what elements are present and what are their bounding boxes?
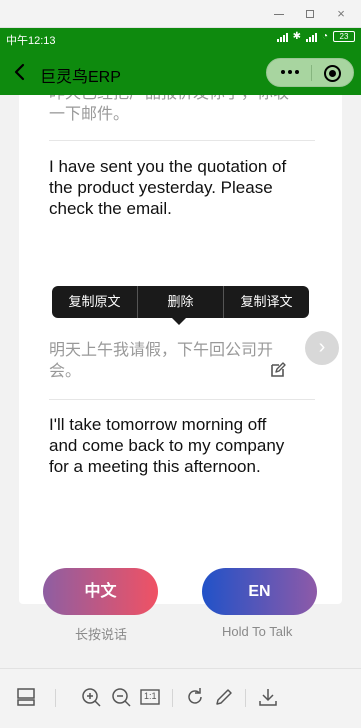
page-title: 巨灵鸟ERP [40, 69, 121, 86]
english-talk-button[interactable]: EN [202, 568, 317, 615]
capsule-divider [311, 65, 312, 81]
window-titlebar: × [0, 0, 361, 28]
message-card-selected: 明天上午我请假，下午回公司开会。 I'll take tomorrow morn… [19, 317, 342, 604]
layout-icon[interactable] [15, 686, 37, 708]
translation-text[interactable]: I have sent you the quotation of the pro… [49, 156, 299, 219]
zoom-in-icon[interactable] [80, 686, 102, 708]
battery-icon: 23 [333, 31, 355, 42]
toolbar-divider [55, 689, 56, 707]
status-bar: 中午12:13 ✱ ◔ 23 [0, 28, 361, 50]
main-content: 昨天已经把产品报价发你了，你收一下邮件。 I have sent you the… [0, 95, 361, 668]
divider [49, 140, 315, 141]
rotate-icon[interactable] [184, 686, 206, 708]
actual-size-icon[interactable]: 1:1 [139, 686, 161, 708]
signal-icon [276, 32, 288, 42]
english-talk-hint: Hold To Talk [222, 624, 293, 639]
bluetooth-icon: ✱ [292, 31, 301, 42]
context-menu: 复制原文 删除 复制译文 [52, 286, 309, 325]
zoom-out-icon[interactable] [110, 686, 132, 708]
maximize-button[interactable] [301, 5, 319, 23]
source-text[interactable]: 明天上午我请假，下午回公司开会。 [49, 340, 289, 382]
status-time: 中午12:13 [6, 35, 56, 47]
minimize-button[interactable] [270, 5, 288, 23]
maximize-icon [306, 10, 314, 18]
wifi-icon: ◔ [321, 31, 328, 42]
copy-source-menu-item[interactable]: 复制原文 [52, 286, 137, 318]
edit-icon[interactable] [270, 362, 286, 378]
app-header: 巨灵鸟ERP [0, 50, 361, 95]
mini-program-capsule [266, 58, 354, 87]
download-icon[interactable] [257, 686, 279, 708]
translation-text[interactable]: I'll take tomorrow morning off and come … [49, 414, 299, 477]
bottom-toolbar: 1:1 [0, 668, 361, 728]
toolbar-divider [245, 689, 246, 707]
copy-translation-menu-item[interactable]: 复制译文 [224, 286, 309, 318]
edit-pen-icon[interactable] [213, 686, 235, 708]
menu-pointer [172, 318, 186, 325]
close-button[interactable]: × [332, 5, 350, 23]
source-text[interactable]: 昨天已经把产品报价发你了，你收一下邮件。 [49, 95, 289, 125]
signal-icon-2 [305, 32, 317, 42]
next-circle-button[interactable]: › [305, 331, 339, 365]
chinese-talk-button[interactable]: 中文 [43, 568, 158, 615]
record-target-icon[interactable] [324, 65, 341, 82]
actual-size-label: 1:1 [144, 691, 157, 701]
more-dots-icon[interactable] [281, 70, 299, 74]
divider [49, 399, 315, 400]
delete-menu-item[interactable]: 删除 [138, 286, 223, 318]
back-arrow-icon[interactable] [10, 62, 30, 82]
toolbar-divider [172, 689, 173, 707]
chinese-talk-hint: 长按说话 [75, 627, 128, 642]
status-icons: ✱ ◔ 23 [276, 31, 355, 42]
minimize-icon [274, 14, 284, 15]
